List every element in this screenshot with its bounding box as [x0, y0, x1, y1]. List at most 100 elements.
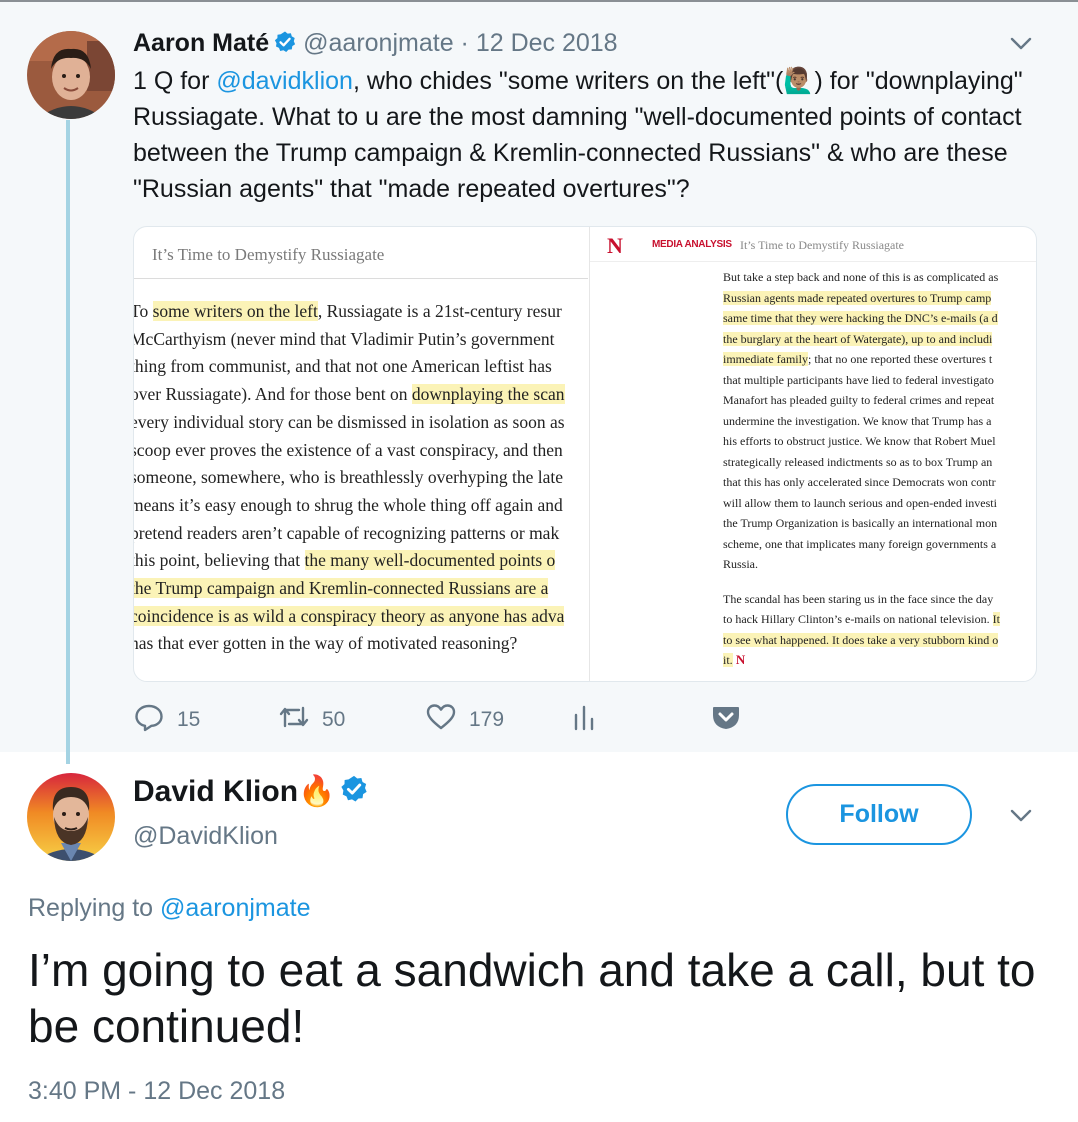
article-line: has that ever gotten in the way of motiv…: [134, 630, 588, 658]
parent-tweet-date[interactable]: 12 Dec 2018: [476, 29, 618, 57]
pocket-save-action[interactable]: [711, 700, 753, 740]
raising-hand-emoji-icon: 🙋🏽‍♂️: [783, 67, 815, 95]
chevron-down-icon[interactable]: [1010, 36, 1032, 57]
highlighted-text: the burglary at the heart of Watergate),…: [723, 331, 993, 346]
article-line: coincidence is as wild a conspiracy theo…: [134, 603, 588, 631]
highlighted-text: downplaying the scan: [411, 384, 565, 405]
article-text: means it’s easy enough to shrug the whol…: [134, 494, 563, 515]
article-line: to see what happened. It does take a ver…: [723, 630, 1036, 651]
separator-dot: ·: [453, 29, 476, 57]
retweet-action[interactable]: 50: [278, 700, 345, 740]
pocket-icon: [711, 702, 753, 738]
article-line: But take a step back and none of this is…: [723, 267, 1036, 288]
article-text: pretend readers aren’t capable of recogn…: [134, 522, 560, 543]
highlighted-text: coincidence is as wild a conspiracy theo…: [134, 605, 565, 626]
reply-author-name[interactable]: David Klion: [133, 775, 298, 808]
article-line: strategically released indictments so as…: [723, 452, 1036, 473]
tweet-text-fragment: , who chides "some writers on the left"(: [352, 67, 784, 95]
article-line: will allow them to launch serious and op…: [723, 493, 1036, 514]
highlighted-text: it.: [723, 653, 733, 667]
analytics-action[interactable]: [573, 700, 607, 740]
article-line: this point, believing that the many well…: [134, 547, 588, 575]
article-text: McCarthyism (never mind that Vladimir Pu…: [134, 328, 555, 349]
article-text: strategically released indictments so as…: [723, 454, 993, 469]
replying-to-mention-link[interactable]: @aaronjmate: [160, 894, 310, 922]
divider: [590, 261, 1036, 262]
analytics-bars-icon: [573, 701, 607, 739]
article-paragraph: But take a step back and none of this is…: [723, 267, 1036, 575]
verified-badge-icon: [273, 30, 297, 61]
section-label: MEDIA ANALYSIS: [652, 239, 732, 250]
article-line: someone, somewhere, who is breathlessly …: [134, 464, 588, 492]
article-text: this point, believing that: [134, 550, 305, 571]
article-text: over Russiagate). And for those bent on: [134, 384, 412, 405]
article-line: the Trump campaign and Kremlin-connected…: [134, 575, 588, 603]
retweet-icon: [278, 701, 322, 739]
article-text: that this has only accelerated since Dem…: [723, 475, 996, 489]
reply-timestamp[interactable]: 3:40 PM - 12 Dec 2018: [28, 1077, 285, 1106]
article-line: his efforts to obstruct justice. We know…: [723, 431, 1036, 452]
highlighted-text: Russian agents made repeated overtures t…: [723, 290, 992, 305]
article-line: Russia.: [723, 554, 1036, 575]
article-text: undermine the investigation. We know tha…: [723, 413, 992, 428]
new-republic-logo: N: [607, 233, 623, 258]
parent-author-name[interactable]: Aaron Maté: [133, 29, 269, 57]
article-line: Russian agents made repeated overtures t…: [723, 288, 1036, 309]
highlighted-text: It: [992, 612, 1000, 626]
reply-tweet-text: I’m going to eat a sandwich and take a c…: [28, 944, 1036, 1052]
article-text: will allow them to launch serious and op…: [723, 495, 997, 510]
article-text: every individual story can be dismissed …: [134, 411, 565, 432]
article-line: same time that they were hacking the DNC…: [723, 308, 1036, 329]
follow-button[interactable]: Follow: [786, 784, 972, 845]
article-excerpt-right: But take a step back and none of this is…: [723, 267, 1036, 671]
divider: [134, 278, 588, 279]
article-screenshot-right[interactable]: N MEDIA ANALYSIS It’s Time to Demystify …: [589, 227, 1036, 681]
highlighted-text: the Trump campaign and Kremlin-connected…: [134, 578, 549, 599]
article-text: scheme, one that implicates many foreign…: [723, 536, 997, 551]
tweet-text-fragment: ) for: [814, 67, 859, 95]
heart-icon: [425, 701, 469, 739]
reply-action[interactable]: 15: [133, 700, 200, 740]
article-line: means it’s easy enough to shrug the whol…: [134, 492, 588, 520]
article-paragraph: The scandal has been staring us in the f…: [723, 589, 1036, 671]
replying-to-label: Replying to: [28, 894, 161, 922]
mention-link[interactable]: @davidklion: [216, 67, 353, 95]
article-text: to hack Hillary Clinton’s e-mails on nat…: [723, 612, 993, 626]
article-line: to hack Hillary Clinton’s e-mails on nat…: [723, 609, 1036, 630]
article-text: has that ever gotten in the way of motiv…: [134, 633, 518, 654]
article-line: pretend readers aren’t capable of recogn…: [134, 520, 588, 548]
article-line: that this has only accelerated since Dem…: [723, 472, 1036, 493]
parent-author-handle[interactable]: @aaronjmate: [303, 29, 453, 57]
avatar-david-klion[interactable]: [27, 773, 115, 861]
article-line: over Russiagate). And for those bent on …: [134, 381, 588, 409]
chevron-down-icon[interactable]: [1010, 808, 1032, 829]
article-text: , Russiagate is a 21st-century resur: [317, 301, 562, 321]
reply-count: 15: [177, 708, 201, 731]
article-line: Manafort has pleaded guilty to federal c…: [723, 390, 1036, 411]
highlighted-text: some writers on the left: [152, 301, 318, 321]
article-text: Russia.: [723, 557, 759, 571]
article-text: ; that no one reported these overtures t: [807, 352, 993, 366]
tweet-actions: 15 50 179: [133, 700, 753, 740]
verified-badge-icon: [339, 774, 369, 812]
article-excerpt-left: To some writers on the left, Russiagate …: [134, 298, 588, 658]
article-line: it. N: [723, 650, 1036, 671]
article-text: his efforts to obstruct justice. We know…: [723, 434, 996, 448]
parent-tweet-header: Aaron Maté @aaronjmate · 12 Dec 2018: [133, 29, 618, 61]
end-mark-logo: N: [732, 652, 746, 667]
article-line: scheme, one that implicates many foreign…: [723, 534, 1036, 555]
like-action[interactable]: 179: [425, 700, 504, 740]
avatar-aaron-mate[interactable]: [27, 31, 115, 119]
replying-to-line: Replying to @aaronjmate: [28, 894, 310, 923]
article-text: thing from communist, and that not one A…: [134, 356, 552, 377]
article-line: every individual story can be dismissed …: [134, 409, 588, 437]
article-screenshot-left[interactable]: It’s Time to Demystify Russiagate To som…: [134, 227, 588, 681]
tweet-text-fragment: 1 Q for: [133, 67, 217, 95]
article-text: But take a step back and none of this is…: [723, 270, 999, 284]
attached-image-card[interactable]: It’s Time to Demystify Russiagate To som…: [133, 226, 1037, 682]
article-text: that multiple participants have lied to …: [723, 372, 994, 387]
reply-author-handle[interactable]: @DavidKlion: [133, 822, 278, 851]
article-line: The scandal has been staring us in the f…: [723, 589, 1036, 610]
article-text: The scandal has been staring us in the f…: [723, 591, 994, 606]
